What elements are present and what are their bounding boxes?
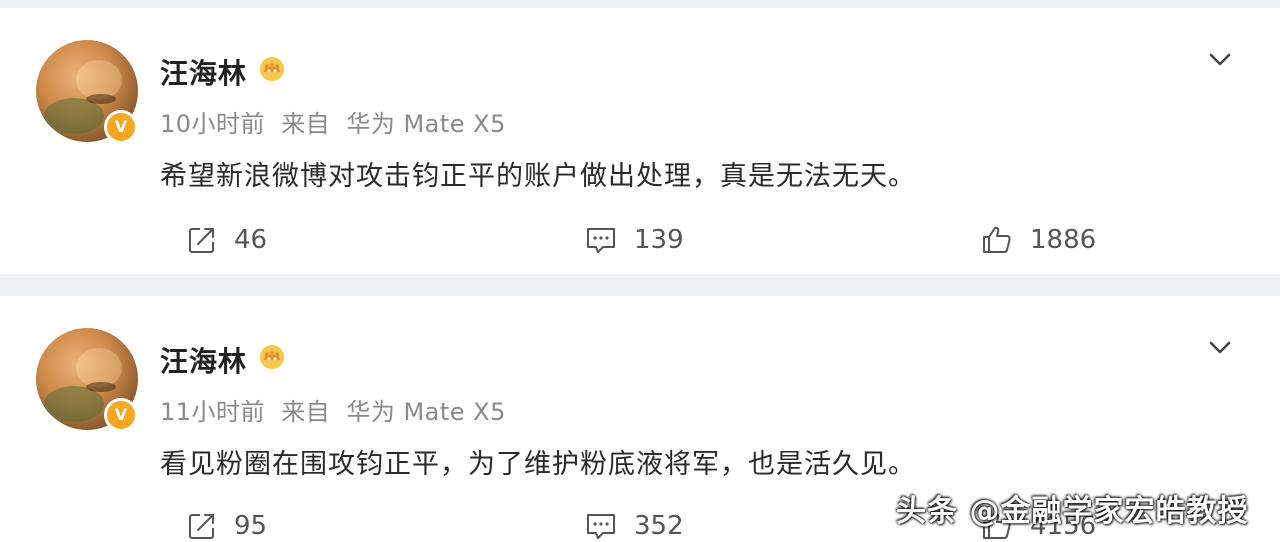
- post-time: 11小时前: [160, 398, 266, 426]
- repost-button[interactable]: 95: [186, 506, 267, 542]
- chevron-down-icon[interactable]: [1206, 46, 1234, 74]
- crown-badge-icon: [260, 57, 284, 81]
- like-count: 1886: [1030, 225, 1097, 255]
- repost-icon: [189, 228, 214, 253]
- source-device[interactable]: 华为 Mate X5: [346, 110, 506, 138]
- comment-icon: [587, 514, 615, 539]
- post-card: V 汪海林 10小时前 来自 华为 Mate X5 希望新浪微博对攻击钧正平的账…: [0, 8, 1280, 274]
- verified-badge-icon: V: [104, 110, 138, 144]
- comment-count: 352: [634, 511, 684, 541]
- comment-button[interactable]: 352: [584, 506, 684, 542]
- repost-icon: [189, 514, 214, 539]
- comment-button[interactable]: 139: [584, 220, 684, 260]
- repost-button[interactable]: 46: [186, 220, 267, 260]
- post-text: 希望新浪微博对攻击钧正平的账户做出处理，真是无法无天。: [160, 161, 916, 192]
- repost-count: 46: [234, 225, 268, 255]
- post-text: 看见粉圈在围攻钧正平，为了维护粉底液将军，也是活久见。: [160, 449, 916, 480]
- source-prefix: 来自: [281, 110, 331, 138]
- repost-count: 95: [234, 511, 268, 541]
- weibo-feed: V 汪海林 10小时前 来自 华为 Mate X5 希望新浪微博对攻击钧正平的账…: [0, 0, 1280, 542]
- post-time: 10小时前: [160, 110, 266, 138]
- source-prefix: 来自: [281, 398, 331, 426]
- username[interactable]: 汪海林: [160, 340, 247, 380]
- comment-icon: [587, 228, 615, 253]
- source-device[interactable]: 华为 Mate X5: [346, 398, 506, 426]
- crown-badge-icon: [260, 345, 284, 369]
- like-button[interactable]: 1886: [980, 220, 1096, 260]
- avatar[interactable]: V: [36, 328, 138, 432]
- post-meta: 11小时前 来自 华为 Mate X5: [160, 392, 514, 427]
- verified-badge-icon: V: [104, 398, 138, 432]
- watermark: 头条 @金融学家宏皓教授: [896, 494, 1249, 529]
- action-bar: 46 139 1886: [0, 220, 1280, 260]
- comment-count: 139: [634, 225, 684, 255]
- post-meta: 10小时前 来自 华为 Mate X5: [160, 104, 514, 139]
- username[interactable]: 汪海林: [160, 52, 247, 92]
- chevron-down-icon[interactable]: [1206, 334, 1234, 362]
- thumbs-up-icon: [983, 226, 1011, 253]
- avatar[interactable]: V: [36, 40, 138, 144]
